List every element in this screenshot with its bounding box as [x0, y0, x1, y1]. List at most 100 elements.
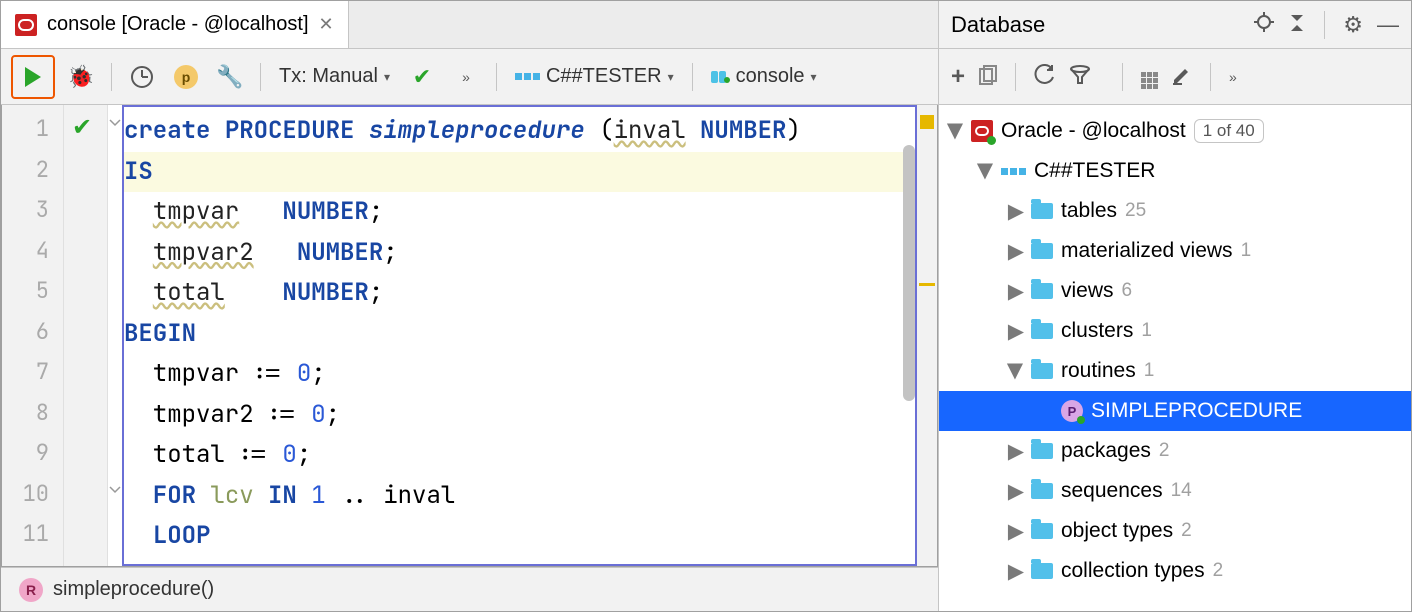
- table-view-button[interactable]: [1141, 64, 1158, 89]
- count-label: 1: [1141, 320, 1152, 342]
- close-icon[interactable]: ✕: [319, 14, 334, 35]
- folder-icon: [1031, 323, 1053, 339]
- tree-label: packages: [1061, 439, 1151, 463]
- database-panel-header: Database ⚙ —: [939, 1, 1411, 49]
- code-line[interactable]: total := 0;: [124, 435, 915, 476]
- code-line[interactable]: LOOP: [124, 516, 915, 557]
- tab-title: console [Oracle - @localhost]: [47, 13, 309, 36]
- expand-arrow-icon[interactable]: ▶: [1009, 559, 1023, 584]
- datasource-dropdown[interactable]: console▾: [705, 65, 823, 88]
- code-line[interactable]: tmpvar2 := 0;: [124, 395, 915, 436]
- tree-row[interactable]: ▶materialized views1: [939, 231, 1411, 271]
- breadcrumb-label[interactable]: simpleprocedure(): [53, 578, 214, 601]
- tree-row[interactable]: ▶tables25: [939, 191, 1411, 231]
- minimize-icon[interactable]: —: [1377, 12, 1399, 38]
- count-label: 6: [1122, 280, 1133, 302]
- expand-arrow-icon[interactable]: ▶: [1009, 319, 1023, 344]
- fold-handle-icon[interactable]: [109, 484, 121, 496]
- warning-marker-icon: [920, 115, 934, 129]
- schema-icon: [1001, 168, 1026, 175]
- chevron-down-icon: ▾: [384, 70, 390, 84]
- code-editor[interactable]: 1234567891011 ✔ create PROCEDURE simplep…: [1, 105, 938, 567]
- code-line[interactable]: IS: [124, 152, 915, 193]
- fold-handle-icon[interactable]: [109, 117, 121, 129]
- tree-label: clusters: [1061, 319, 1133, 343]
- separator: [1324, 11, 1325, 39]
- procedure-badge-button[interactable]: p: [168, 59, 204, 95]
- tree-label: collection types: [1061, 559, 1205, 583]
- copy-button[interactable]: [979, 65, 997, 88]
- expand-arrow-icon[interactable]: ▶: [974, 164, 999, 178]
- tree-row[interactable]: ▶routines1: [939, 351, 1411, 391]
- code-line[interactable]: tmpvar2 NUMBER;: [124, 233, 915, 274]
- database-tree[interactable]: ▶Oracle - @localhost1 of 40▶C##TESTER▶ta…: [939, 105, 1411, 611]
- datasource-icon: [711, 71, 730, 83]
- code-line[interactable]: FOR lcv IN 1 .. inval: [124, 476, 915, 517]
- tree-row[interactable]: PSIMPLEPROCEDURE: [939, 391, 1411, 431]
- line-number: 8: [2, 393, 63, 434]
- gear-icon[interactable]: ⚙: [1343, 12, 1363, 38]
- edit-button[interactable]: [1172, 65, 1192, 88]
- tree-row[interactable]: ▶packages2: [939, 431, 1411, 471]
- settings-button[interactable]: 🔧: [212, 59, 248, 95]
- annotation-gutter: ✔: [64, 105, 108, 566]
- schema-dropdown[interactable]: C##TESTER▾: [509, 65, 680, 88]
- console-tab[interactable]: console [Oracle - @localhost] ✕: [1, 1, 349, 48]
- history-button[interactable]: [124, 59, 160, 95]
- add-button[interactable]: +: [951, 63, 965, 91]
- scrollbar-thumb[interactable]: [903, 145, 915, 401]
- chevron-down-icon: ▾: [668, 70, 674, 84]
- tree-row[interactable]: ▶object types2: [939, 511, 1411, 551]
- collapse-icon[interactable]: [1288, 12, 1306, 38]
- count-label: 14: [1171, 480, 1192, 502]
- code-line[interactable]: BEGIN: [124, 314, 915, 355]
- code-line[interactable]: create PROCEDURE simpleprocedure (inval …: [124, 111, 915, 152]
- folder-icon: [1031, 483, 1053, 499]
- folder-icon: [1031, 283, 1053, 299]
- filter-button[interactable]: [1070, 65, 1090, 88]
- more-button[interactable]: »: [1229, 69, 1237, 85]
- target-icon[interactable]: [1254, 12, 1274, 38]
- marker-stripe[interactable]: [917, 105, 937, 566]
- tree-label: routines: [1061, 359, 1136, 383]
- database-panel-title: Database: [951, 12, 1240, 38]
- expand-arrow-icon[interactable]: ▶: [1009, 439, 1023, 464]
- more-tx-button[interactable]: »: [448, 59, 484, 95]
- line-number: 2: [2, 150, 63, 191]
- procedure-icon: P: [1061, 400, 1083, 422]
- expand-arrow-icon[interactable]: ▶: [1009, 239, 1023, 264]
- run-button[interactable]: [11, 55, 55, 99]
- commit-button[interactable]: ✔: [404, 59, 440, 95]
- line-number: 7: [2, 352, 63, 393]
- tree-row[interactable]: ▶ clusters 1: [939, 311, 1411, 351]
- tree-row[interactable]: ▶collection types2: [939, 551, 1411, 591]
- code-area[interactable]: create PROCEDURE simpleprocedure (inval …: [122, 105, 917, 566]
- code-line[interactable]: tmpvar := 0;: [124, 354, 915, 395]
- code-line[interactable]: total NUMBER;: [124, 273, 915, 314]
- tree-label: sequences: [1061, 479, 1163, 503]
- tx-mode-dropdown[interactable]: Tx: Manual▾: [273, 65, 396, 88]
- tree-label: object types: [1061, 519, 1173, 543]
- debug-button[interactable]: 🐞: [63, 59, 99, 95]
- expand-arrow-icon[interactable]: ▶: [1009, 279, 1023, 304]
- line-number: 11: [2, 514, 63, 555]
- expand-arrow-icon[interactable]: ▶: [1004, 364, 1029, 378]
- tree-row[interactable]: ▶C##TESTER: [939, 151, 1411, 191]
- tree-row[interactable]: ▶ sequences 14: [939, 471, 1411, 511]
- tree-row[interactable]: ▶Oracle - @localhost1 of 40: [939, 111, 1411, 151]
- expand-arrow-icon[interactable]: ▶: [944, 124, 969, 138]
- refresh-button[interactable]: [1034, 64, 1056, 89]
- expand-arrow-icon[interactable]: ▶: [1009, 479, 1023, 504]
- table-icon: [1141, 72, 1158, 89]
- oracle-icon: [971, 120, 993, 142]
- line-number: 3: [2, 190, 63, 231]
- code-line[interactable]: tmpvar NUMBER;: [124, 192, 915, 233]
- breadcrumb: R simpleprocedure(): [1, 567, 938, 611]
- folder-icon: [1031, 363, 1053, 379]
- folder-icon: [1031, 243, 1053, 259]
- tree-row[interactable]: ▶views6: [939, 271, 1411, 311]
- expand-arrow-icon[interactable]: ▶: [1009, 519, 1023, 544]
- folder-icon: [1031, 443, 1053, 459]
- expand-arrow-icon[interactable]: ▶: [1009, 199, 1023, 224]
- play-icon: [25, 67, 41, 87]
